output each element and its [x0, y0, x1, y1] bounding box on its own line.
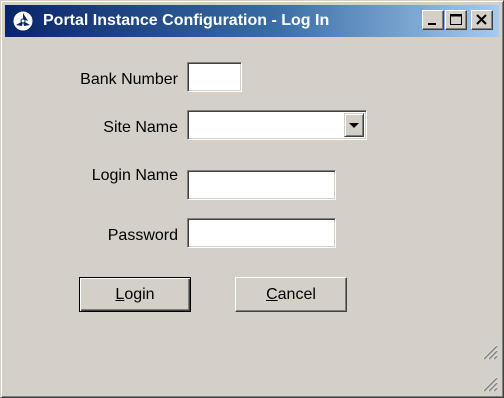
- password-label: Password: [107, 227, 178, 244]
- close-icon: [476, 14, 487, 25]
- bank-number-input[interactable]: [187, 62, 242, 92]
- minimize-button[interactable]: [422, 10, 444, 30]
- bank-number-label: Bank Number: [80, 71, 178, 88]
- status-resize-grip-icon[interactable]: [479, 373, 499, 393]
- site-name-select[interactable]: [187, 110, 367, 140]
- site-name-label: Site Name: [103, 119, 178, 136]
- password-input[interactable]: [187, 218, 336, 248]
- cancel-label-rest: ancel: [277, 286, 316, 303]
- title-bar[interactable]: Portal Instance Configuration - Log In: [5, 5, 499, 37]
- login-button-label: Login: [80, 286, 190, 304]
- chevron-down-icon: [349, 123, 359, 128]
- app-logo-icon: [12, 10, 34, 32]
- site-name-dropdown-button[interactable]: [344, 113, 364, 137]
- login-dialog-window: Portal Instance Configuration - Log In B…: [0, 0, 504, 398]
- login-accel-key: L: [115, 286, 125, 303]
- maximize-icon: [450, 14, 462, 25]
- resize-grip-icon[interactable]: [479, 341, 499, 361]
- login-name-input[interactable]: [187, 170, 336, 200]
- cancel-accel-key: C: [266, 286, 278, 303]
- maximize-button[interactable]: [445, 10, 467, 30]
- minimize-icon: [428, 23, 436, 25]
- login-name-label: Login Name: [91, 167, 178, 184]
- login-button[interactable]: Login: [79, 277, 191, 312]
- cancel-button-label: Cancel: [236, 286, 346, 304]
- login-label-rest: ogin: [124, 286, 155, 303]
- window-title: Portal Instance Configuration - Log In: [43, 12, 330, 29]
- cancel-button[interactable]: Cancel: [235, 277, 347, 312]
- close-button[interactable]: [471, 10, 493, 30]
